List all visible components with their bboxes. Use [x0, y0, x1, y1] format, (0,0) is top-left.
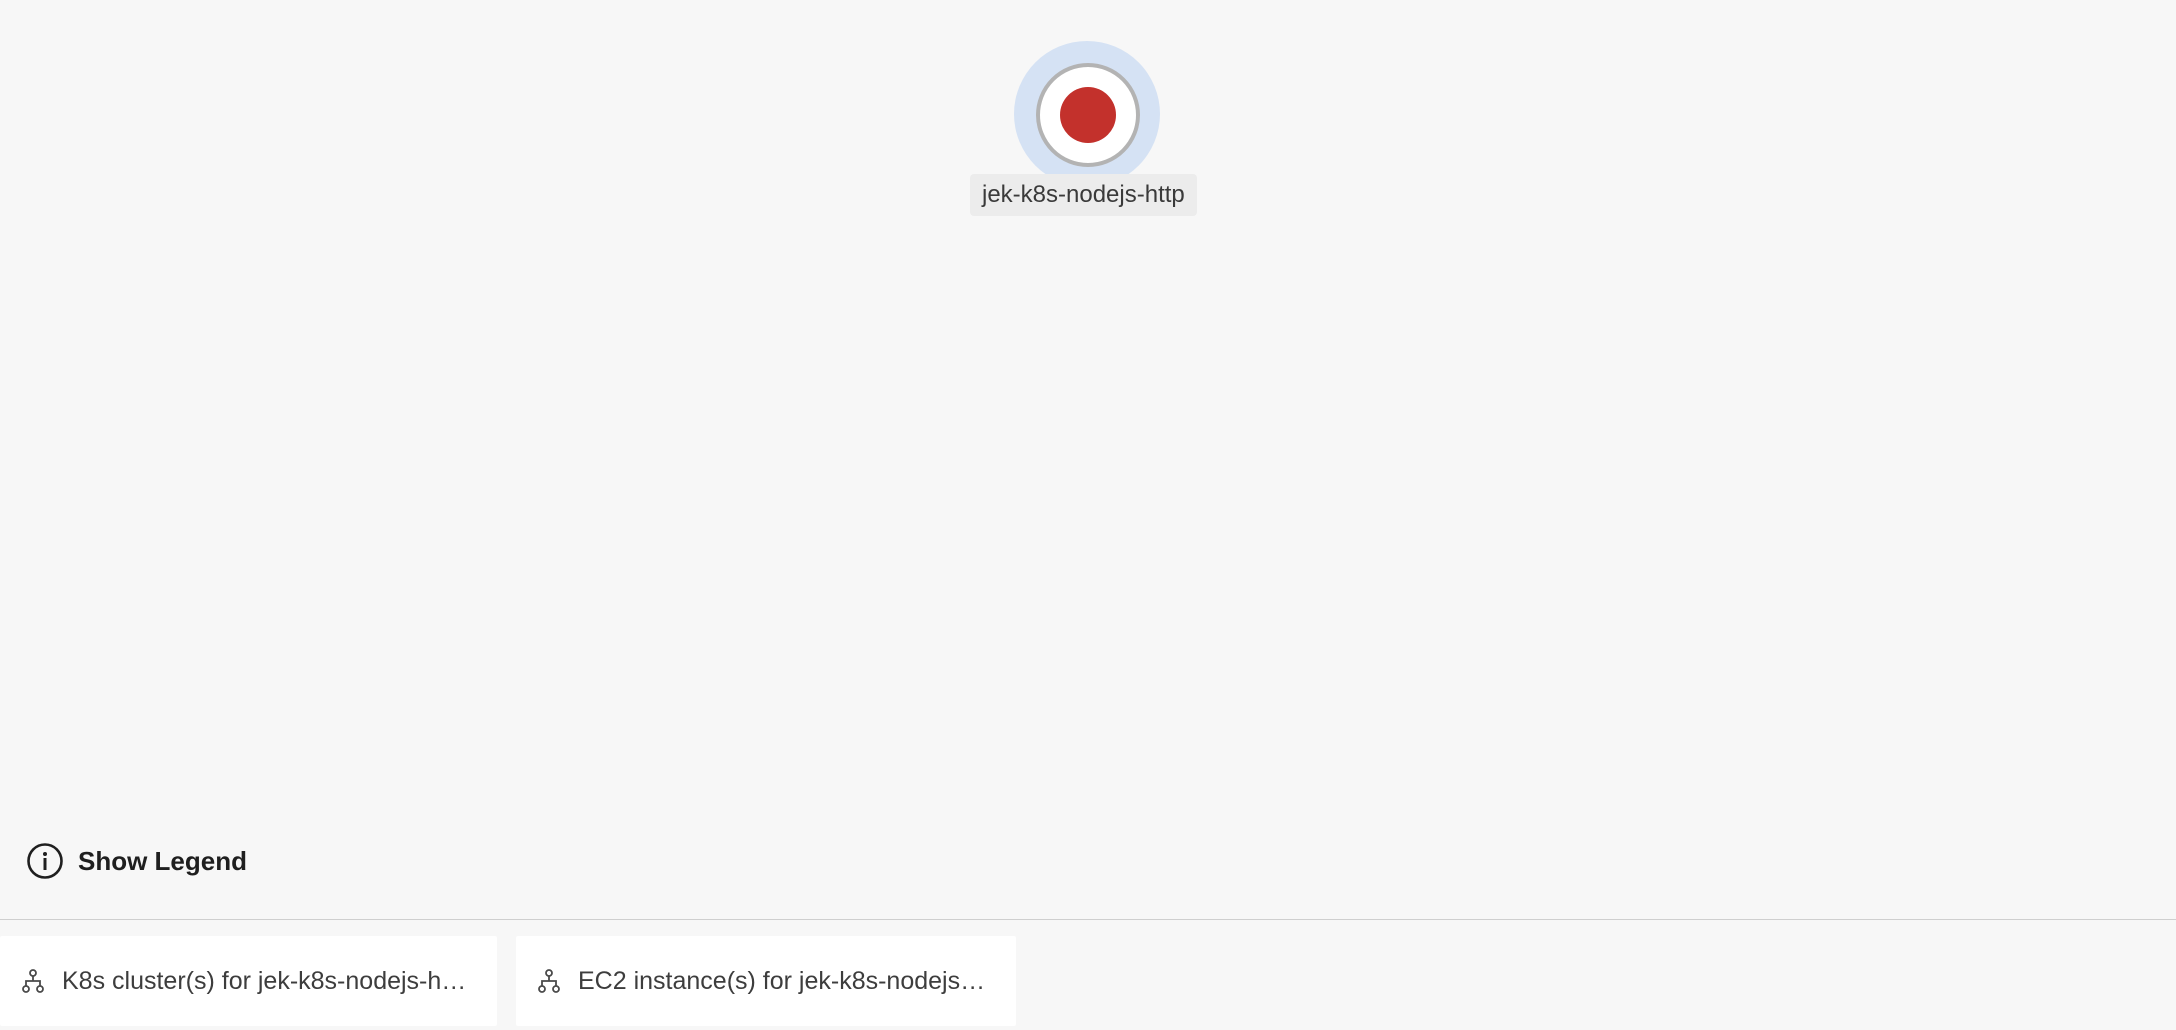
- hierarchy-icon: [22, 969, 44, 993]
- hierarchy-icon: [538, 969, 560, 993]
- tab-k8s-clusters[interactable]: K8s cluster(s) for jek-k8s-nodejs-h…: [0, 936, 497, 1026]
- related-resources-bar: K8s cluster(s) for jek-k8s-nodejs-h… EC2…: [0, 920, 2176, 1030]
- tab-k8s-clusters-label: K8s cluster(s) for jek-k8s-nodejs-h…: [62, 966, 467, 995]
- service-node-status-dot: [1060, 87, 1116, 143]
- info-icon: [27, 843, 63, 879]
- service-node[interactable]: [1014, 41, 1160, 187]
- show-legend-toggle[interactable]: Show Legend: [26, 842, 247, 880]
- tab-ec2-instances[interactable]: EC2 instance(s) for jek-k8s-nodejs…: [516, 936, 1016, 1026]
- show-legend-label: Show Legend: [78, 845, 247, 876]
- service-node-ring: [1036, 63, 1140, 167]
- tab-ec2-instances-label: EC2 instance(s) for jek-k8s-nodejs…: [578, 966, 986, 995]
- service-map-canvas[interactable]: jek-k8s-nodejs-http Show Legend: [0, 0, 2176, 919]
- service-node-label[interactable]: jek-k8s-nodejs-http: [970, 174, 1197, 216]
